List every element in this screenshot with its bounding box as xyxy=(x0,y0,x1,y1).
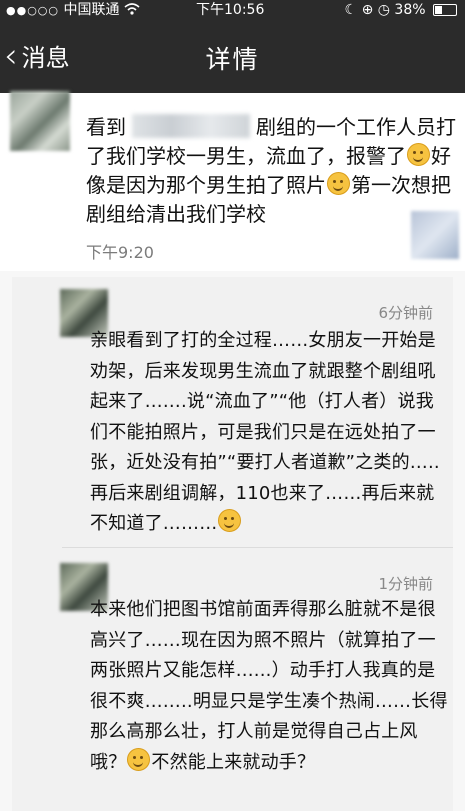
comment-time: 1分钟前 xyxy=(378,575,433,593)
divider xyxy=(62,547,453,548)
status-bar: ●●○○○ 中国联通 下午10:56 ☾ ⊕ ◷ 38% xyxy=(0,0,465,20)
awkward-emoji-icon xyxy=(127,747,151,771)
battery-icon xyxy=(433,4,457,16)
comment-text: 亲眼看到了打的全过程……女朋友一开始是劝架，后来发现男生流血了就跟整个剧组吼起来… xyxy=(90,330,440,534)
laugh-emoji-icon xyxy=(218,509,242,532)
page-title: 详情 xyxy=(205,45,260,74)
comment-list: 6分钟前 亲眼看到了打的全过程……女朋友一开始是劝架，后来发现男生流血了就跟整个… xyxy=(12,277,453,811)
post-time: 下午9:20 xyxy=(86,243,154,262)
awkward-emoji-icon xyxy=(327,172,350,195)
carrier-label: 中国联通 xyxy=(63,2,120,18)
status-time: 下午10:56 xyxy=(196,2,265,18)
comment-text: 本来他们把图书馆前面弄得那么脏就不是很高兴了……现在因为照不照片（就算拍了一两张… xyxy=(90,599,448,773)
post-text: 看到 剧组的一个工作人员打了我们学校一男生，流血了，报警了 好像是因为那个男生拍了照… xyxy=(86,114,456,226)
wifi-icon xyxy=(124,2,140,18)
signal-icon: ●●○○○ xyxy=(6,4,59,17)
avatar[interactable] xyxy=(10,91,70,151)
top-bar: ●●○○○ 中国联通 下午10:56 ☾ ⊕ ◷ 38% ‹ 消息 详情 xyxy=(0,0,465,93)
image-thumbnail[interactable] xyxy=(411,211,459,259)
comment-time: 6分钟前 xyxy=(378,304,433,322)
moon-icon: ☾ xyxy=(344,2,358,18)
post-card: 看到 剧组的一个工作人员打了我们学校一男生，流血了，报警了 好像是因为那个男生拍了照… xyxy=(0,91,465,271)
smile-emoji-icon xyxy=(407,143,430,166)
nav-bar: ‹ 消息 详情 xyxy=(0,22,465,92)
blurred-name xyxy=(132,114,250,138)
lock-rotation-icon: ⊕ xyxy=(361,2,374,18)
alarm-icon: ◷ xyxy=(377,2,390,18)
battery-percent: 38% xyxy=(394,2,426,18)
